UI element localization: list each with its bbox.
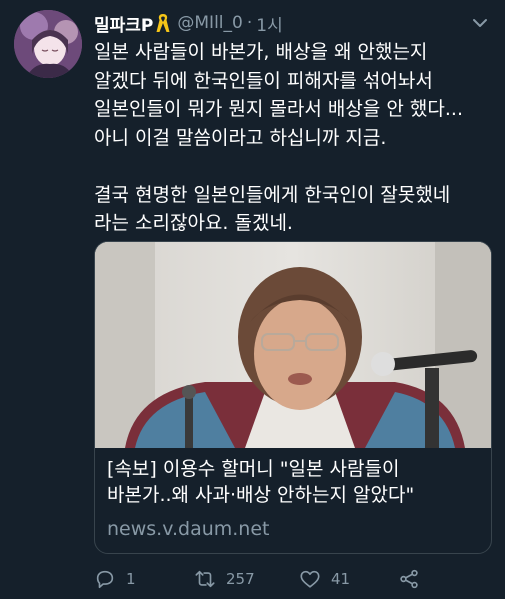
tweet-text-line: 일본인들이 뭐가 뭔지 몰라서 배상을 안 했다... bbox=[94, 98, 463, 120]
like-count: 41 bbox=[331, 570, 351, 588]
share-button[interactable] bbox=[398, 568, 420, 590]
share-icon bbox=[400, 569, 418, 589]
tweet-text-line: 일본 사람들이 바본가, 배상을 왜 안했는지 bbox=[94, 41, 428, 63]
card-title-line: 바본가..왜 사과·배상 안하는지 알았다" bbox=[107, 484, 415, 506]
retweet-count: 257 bbox=[226, 570, 255, 588]
tweet-text: 일본 사람들이 바본가, 배상을 왜 안했는지 알겠다 뒤에 한국인들이 피해자… bbox=[94, 38, 494, 238]
card-title[interactable]: [속보] 이용수 할머니 "일본 사람들이 바본가..왜 사과·배상 안하는지 … bbox=[107, 456, 483, 508]
avatar[interactable] bbox=[14, 10, 82, 78]
reply-icon bbox=[96, 570, 114, 589]
card-title-line: [속보] 이용수 할머니 "일본 사람들이 bbox=[107, 458, 400, 480]
tweet-text-line: 알겠다 뒤에 한국인들이 피해자를 섞어놔서 bbox=[94, 69, 433, 92]
tweet-time[interactable]: 1시 bbox=[256, 11, 282, 36]
tweet-actions: 1 257 41 bbox=[94, 566, 494, 592]
heart-icon bbox=[300, 570, 320, 588]
card-domain: news.v.daum.net bbox=[107, 518, 270, 540]
retweet-button[interactable]: 257 bbox=[194, 568, 255, 590]
tweet-text-line: 라는 소리잖아요. 돌겠네. bbox=[94, 212, 293, 234]
like-button[interactable]: 41 bbox=[299, 568, 350, 590]
tweet-header: 밀파크P @MIll_0 · 1시 bbox=[94, 10, 491, 36]
reply-button[interactable]: 1 bbox=[94, 568, 136, 590]
yellow-ribbon-icon bbox=[156, 14, 170, 32]
card-news-photo bbox=[95, 242, 491, 448]
avatar-image bbox=[14, 10, 82, 78]
user-handle[interactable]: @MIll_0 bbox=[177, 13, 242, 33]
link-preview-card[interactable]: [속보] 이용수 할머니 "일본 사람들이 바본가..왜 사과·배상 안하는지 … bbox=[94, 241, 492, 554]
tweet-text-line: 결국 현명한 일본인들에게 한국인이 잘못했네 bbox=[94, 183, 451, 206]
separator-dot: · bbox=[246, 13, 253, 33]
tweet-text-line: 아니 이걸 말씀이라고 하십니까 지금. bbox=[94, 126, 387, 149]
reply-count: 1 bbox=[126, 570, 136, 588]
chevron-down-icon[interactable] bbox=[469, 12, 491, 34]
display-name[interactable]: 밀파크P bbox=[94, 11, 153, 36]
retweet-icon bbox=[195, 570, 215, 588]
